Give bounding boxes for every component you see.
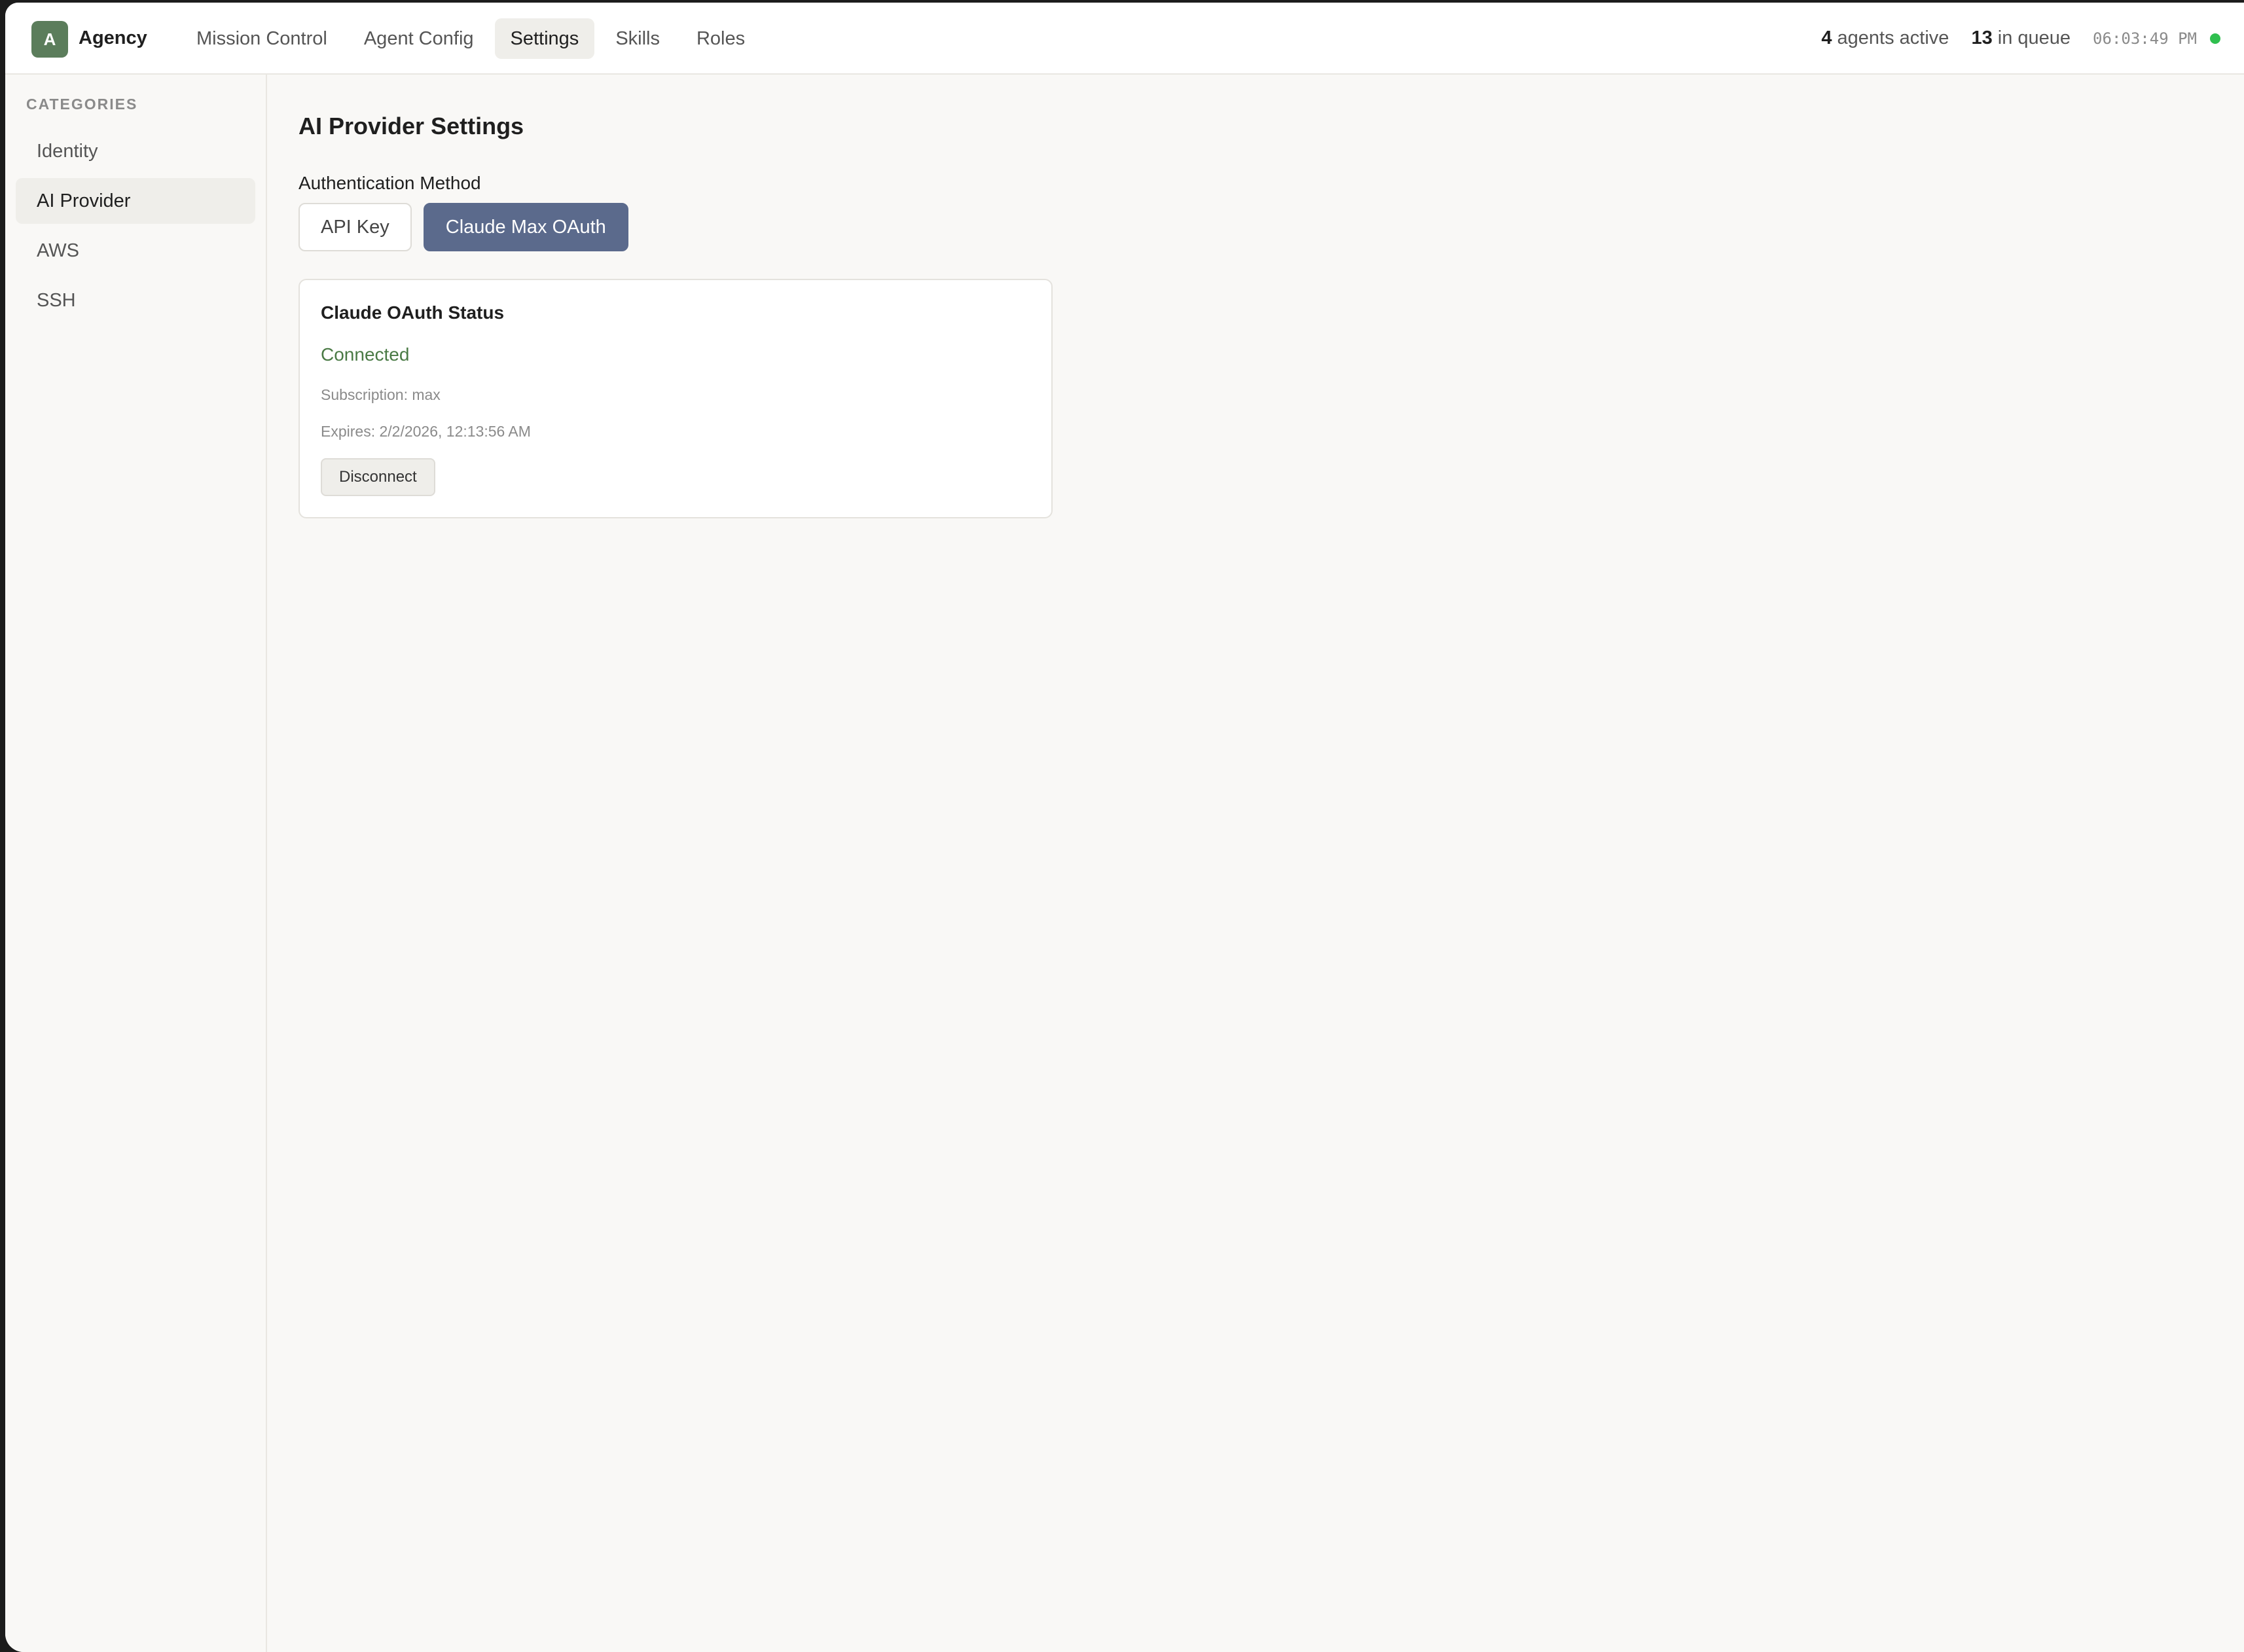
agents-active-label: agents active [1837, 27, 1949, 48]
sidebar-item-aws[interactable]: AWS [16, 228, 255, 274]
nav-agent-config[interactable]: Agent Config [348, 18, 490, 59]
nav-skills[interactable]: Skills [600, 18, 676, 59]
nav-settings[interactable]: Settings [494, 18, 595, 59]
top-bar: A Agency Mission Control Agent Config Se… [5, 3, 2244, 75]
disconnect-button[interactable]: Disconnect [321, 458, 435, 496]
sidebar-item-identity[interactable]: Identity [16, 128, 255, 174]
app-logo[interactable]: A [31, 21, 68, 58]
auth-method-toggle: API Key Claude Max OAuth [299, 203, 628, 251]
queue-stat: 13 in queue [1971, 27, 2071, 49]
agents-active-count: 4 [1821, 27, 1832, 48]
agents-active-stat: 4 agents active [1821, 27, 1949, 49]
sidebar-item-ai-provider[interactable]: AI Provider [16, 178, 255, 224]
expiry-info: Expires: 2/2/2026, 12:13:56 AM [321, 423, 531, 440]
page-title: AI Provider Settings [299, 113, 524, 139]
nav-roles[interactable]: Roles [681, 18, 761, 59]
queue-count: 13 [1971, 27, 1993, 48]
online-status-icon [2210, 33, 2220, 44]
sidebar-heading: CATEGORIES [26, 96, 138, 113]
auth-method-label: Authentication Method [299, 173, 481, 193]
api-key-option-button[interactable]: API Key [299, 203, 412, 251]
category-list: Identity AI Provider AWS SSH [16, 128, 255, 327]
clock: 06:03:49 PM [2093, 29, 2197, 48]
queue-label: in queue [1997, 27, 2071, 48]
settings-content: AI Provider Settings Authentication Meth… [267, 75, 2244, 1652]
subscription-info: Subscription: max [321, 386, 441, 403]
app-window: A Agency Mission Control Agent Config Se… [5, 3, 2244, 1652]
claude-max-oauth-option-button[interactable]: Claude Max OAuth [423, 203, 628, 251]
main-nav: Mission Control Agent Config Settings Sk… [181, 18, 761, 59]
app-name: Agency [79, 27, 147, 48]
settings-sidebar: CATEGORIES Identity AI Provider AWS SSH [5, 75, 267, 1652]
sidebar-item-ssh[interactable]: SSH [16, 278, 255, 323]
header-status: 4 agents active 13 in queue 06:03:49 PM [1821, 27, 2220, 49]
connection-status: Connected [321, 344, 410, 365]
oauth-status-title: Claude OAuth Status [321, 302, 505, 323]
nav-mission-control[interactable]: Mission Control [181, 18, 343, 59]
oauth-status-card: Claude OAuth Status Connected Subscripti… [299, 279, 1053, 518]
